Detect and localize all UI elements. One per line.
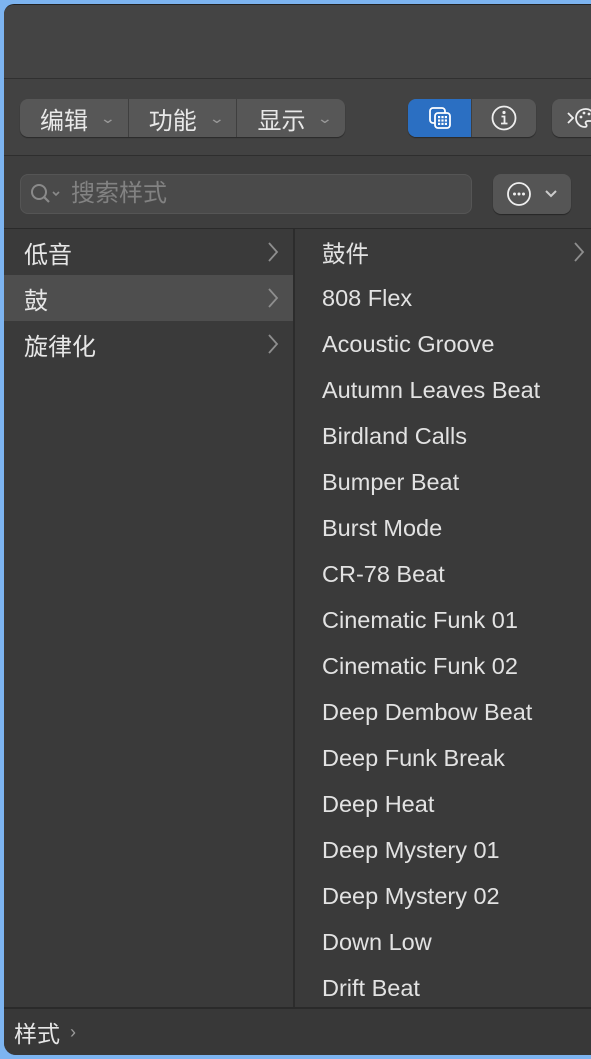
search-icon <box>31 184 60 203</box>
category-label: 低音 <box>24 241 72 269</box>
toolbar: 编辑 ⌄ 功能 ⌄ 显示 ⌄ <box>4 79 591 156</box>
pattern-item[interactable]: Deep Funk Break <box>295 735 591 781</box>
search-input[interactable] <box>69 179 433 209</box>
pattern-item[interactable]: Acoustic Groove <box>295 321 591 367</box>
pattern-label: Deep Dembow Beat <box>322 698 533 725</box>
pattern-item[interactable]: Burst Mode <box>295 505 591 551</box>
browser-view-button[interactable] <box>408 99 472 137</box>
view-menu-label: 显示 <box>257 107 306 135</box>
category-label: 鼓 <box>24 287 48 315</box>
pattern-label: Acoustic Groove <box>322 330 495 357</box>
pattern-label: Autumn Leaves Beat <box>322 376 541 403</box>
more-button[interactable] <box>552 99 591 137</box>
pattern-label: Bumper Beat <box>322 468 460 495</box>
category-column: 低音 鼓 旋律化 <box>4 229 295 1009</box>
pattern-item[interactable]: Bumper Beat <box>295 459 591 505</box>
pattern-label: CR-78 Beat <box>322 560 445 587</box>
pattern-label: Drift Beat <box>322 974 420 1001</box>
browser-grid-icon <box>428 107 451 129</box>
pattern-label: Down Low <box>322 928 432 955</box>
category-label: 旋律化 <box>24 333 96 361</box>
pattern-label: Deep Mystery 01 <box>322 836 500 863</box>
pattern-label: 808 Flex <box>322 284 413 311</box>
pattern-item[interactable]: Cinematic Funk 02 <box>295 643 591 689</box>
browser-columns: 低音 鼓 旋律化 鼓件 808 Flex Acoustic Groove Autum… <box>4 229 591 1009</box>
functions-menu-label: 功能 <box>148 107 197 135</box>
info-button[interactable] <box>472 99 536 137</box>
search-field[interactable] <box>20 174 472 214</box>
title-bar <box>4 5 591 79</box>
ellipsis-circle-icon <box>507 182 531 206</box>
chevron-down-icon: ⌄ <box>317 109 334 126</box>
category-item-melodic[interactable]: 旋律化 <box>4 321 293 367</box>
pattern-item[interactable]: 808 Flex <box>295 275 591 321</box>
subfolder-item-drum-kits[interactable]: 鼓件 <box>295 229 591 275</box>
menu-group: 编辑 ⌄ 功能 ⌄ 显示 ⌄ <box>20 99 346 137</box>
chevron-down-icon: ⌄ <box>208 109 225 126</box>
pattern-item[interactable]: Drift Beat <box>295 965 591 1011</box>
subfolder-label: 鼓件 <box>322 241 369 267</box>
pattern-browser-window: 编辑 ⌄ 功能 ⌄ 显示 ⌄ 搜索样式 低音 鼓 旋律化 鼓件 808 Flex… <box>4 4 591 1055</box>
pattern-item[interactable]: Birdland Calls <box>295 413 591 459</box>
view-mode-segmented-control <box>408 99 536 137</box>
action-menu-button[interactable] <box>493 174 571 214</box>
chevron-down-icon <box>545 190 557 198</box>
chevron-right-icon <box>574 242 585 262</box>
edit-menu-button[interactable]: 编辑 ⌄ <box>20 99 129 137</box>
chevron-right-icon: › <box>70 1021 76 1042</box>
pattern-label: Deep Mystery 02 <box>322 882 500 909</box>
pattern-item[interactable]: CR-78 Beat <box>295 551 591 597</box>
search-bar-row <box>4 156 591 229</box>
pattern-item[interactable]: Cinematic Funk 01 <box>295 597 591 643</box>
pattern-item[interactable]: Deep Dembow Beat <box>295 689 591 735</box>
chevron-right-icon <box>268 242 279 262</box>
functions-menu-button[interactable]: 功能 ⌄ <box>129 99 238 137</box>
category-item-drums[interactable]: 鼓 <box>4 275 293 321</box>
pattern-label: Deep Funk Break <box>322 744 505 771</box>
pattern-list: 808 Flex Acoustic Groove Autumn Leaves Bea… <box>295 275 591 1011</box>
pattern-label: Deep Heat <box>322 790 435 817</box>
pattern-item[interactable]: Deep Mystery 01 <box>295 827 591 873</box>
breadcrumb-patterns[interactable]: 样式 <box>14 1015 60 1049</box>
chevron-right-icon <box>268 288 279 308</box>
palette-chevron-icon <box>567 108 591 128</box>
footer-breadcrumb: 样式 › <box>4 1007 591 1055</box>
pattern-item[interactable]: Deep Mystery 02 <box>295 873 591 919</box>
pattern-label: Cinematic Funk 01 <box>322 606 518 633</box>
pattern-label: Burst Mode <box>322 514 443 541</box>
info-icon <box>491 105 517 131</box>
pattern-label: Cinematic Funk 02 <box>322 652 518 679</box>
pattern-item[interactable]: Down Low <box>295 919 591 965</box>
more-options-group <box>552 99 591 137</box>
view-menu-button[interactable]: 显示 ⌄ <box>237 99 345 137</box>
pattern-item[interactable]: Deep Heat <box>295 781 591 827</box>
pattern-column: 鼓件 808 Flex Acoustic Groove Autumn Leaves … <box>295 229 591 1009</box>
chevron-right-icon <box>268 334 279 354</box>
category-item-bass[interactable]: 低音 <box>4 229 293 275</box>
pattern-item[interactable]: Autumn Leaves Beat <box>295 367 591 413</box>
pattern-label: Birdland Calls <box>322 422 467 449</box>
chevron-down-icon: ⌄ <box>99 109 117 126</box>
edit-menu-label: 编辑 <box>40 107 88 135</box>
